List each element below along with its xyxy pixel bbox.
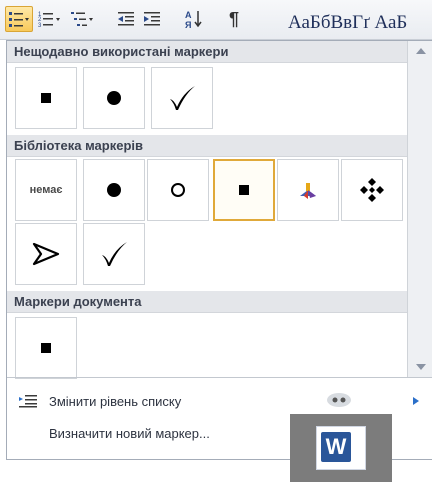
bullet-library-dropdown: Нещодавно використані маркери Бібліотека…	[6, 40, 432, 460]
multilevel-list-icon	[71, 12, 93, 26]
bullets-icon	[9, 12, 29, 27]
library-bullet-diamond-cluster[interactable]	[341, 159, 403, 221]
svg-text:А: А	[185, 10, 192, 20]
sort-button[interactable]: А Я	[180, 6, 208, 32]
square-bullet-icon	[239, 185, 249, 195]
recent-bullet-circle[interactable]	[83, 67, 145, 129]
scroll-down-icon[interactable]	[414, 361, 428, 373]
bullets-button[interactable]	[5, 6, 33, 32]
svg-text:Я: Я	[185, 20, 191, 29]
menu-divider	[7, 377, 432, 378]
diamond-cluster-bullet-icon	[360, 178, 384, 202]
none-label: немає	[29, 184, 63, 196]
decrease-indent-icon	[118, 12, 134, 26]
checkmark-bullet-icon	[170, 86, 195, 110]
submenu-arrow-icon[interactable]	[412, 396, 420, 406]
sort-icon: А Я	[185, 10, 202, 29]
pilcrow-icon: ¶	[228, 8, 239, 29]
define-new-bullet-label: Визначити новий маркер...	[49, 425, 210, 441]
library-bullet-hollow-circle[interactable]	[147, 159, 209, 221]
ribbon-toolbar: 1 2 3 А Я ¶ АаБбВвГґ АаБ	[0, 0, 432, 40]
bullet-library-header: Бібліотека маркерів	[7, 135, 407, 157]
numbering-button[interactable]: 1 2 3	[36, 6, 66, 32]
library-bullet-arrow[interactable]	[15, 223, 77, 285]
circle-bullet-icon	[107, 183, 121, 197]
mascot-eyes-icon	[327, 393, 351, 407]
recent-bullet-checkmark[interactable]	[151, 67, 213, 129]
styles-gallery-preview[interactable]: АаБбВвГґ АаБ	[288, 12, 432, 40]
library-bullet-color-shape[interactable]	[277, 159, 339, 221]
library-bullet-circle[interactable]	[83, 159, 145, 221]
change-level-icon	[19, 395, 37, 408]
arrow-bullet-icon	[32, 242, 60, 266]
word-logo-icon: W	[321, 432, 351, 462]
increase-indent-icon	[144, 12, 160, 26]
library-bullet-square[interactable]	[213, 159, 275, 221]
word-taskbar-thumbnail[interactable]: W	[290, 414, 392, 482]
document-bullets-header: Маркери документа	[7, 291, 407, 313]
recent-bullet-square[interactable]	[15, 67, 77, 129]
svg-text:3: 3	[38, 23, 42, 28]
change-list-level-label: Змінити рівень списку	[49, 393, 182, 409]
circle-bullet-icon	[107, 91, 121, 105]
hollow-circle-bullet-icon	[171, 183, 185, 197]
increase-indent-button[interactable]	[140, 6, 164, 32]
color-shape-bullet-icon	[300, 183, 316, 199]
word-document-icon: W	[316, 426, 366, 470]
library-bullet-checkmark[interactable]	[83, 223, 145, 285]
library-bullet-none[interactable]: немає	[15, 159, 77, 221]
numbering-icon: 1 2 3	[38, 12, 60, 28]
decrease-indent-button[interactable]	[114, 6, 138, 32]
multilevel-list-button[interactable]	[68, 6, 98, 32]
show-formatting-marks-button[interactable]: ¶	[222, 6, 246, 32]
checkmark-bullet-icon	[102, 242, 127, 266]
scroll-up-icon[interactable]	[414, 45, 428, 57]
square-bullet-icon	[41, 343, 51, 353]
scrollbar[interactable]	[407, 41, 432, 377]
recent-bullets-header: Нещодавно використані маркери	[7, 41, 407, 63]
document-bullet-square[interactable]	[15, 317, 77, 379]
square-bullet-icon	[41, 93, 51, 103]
